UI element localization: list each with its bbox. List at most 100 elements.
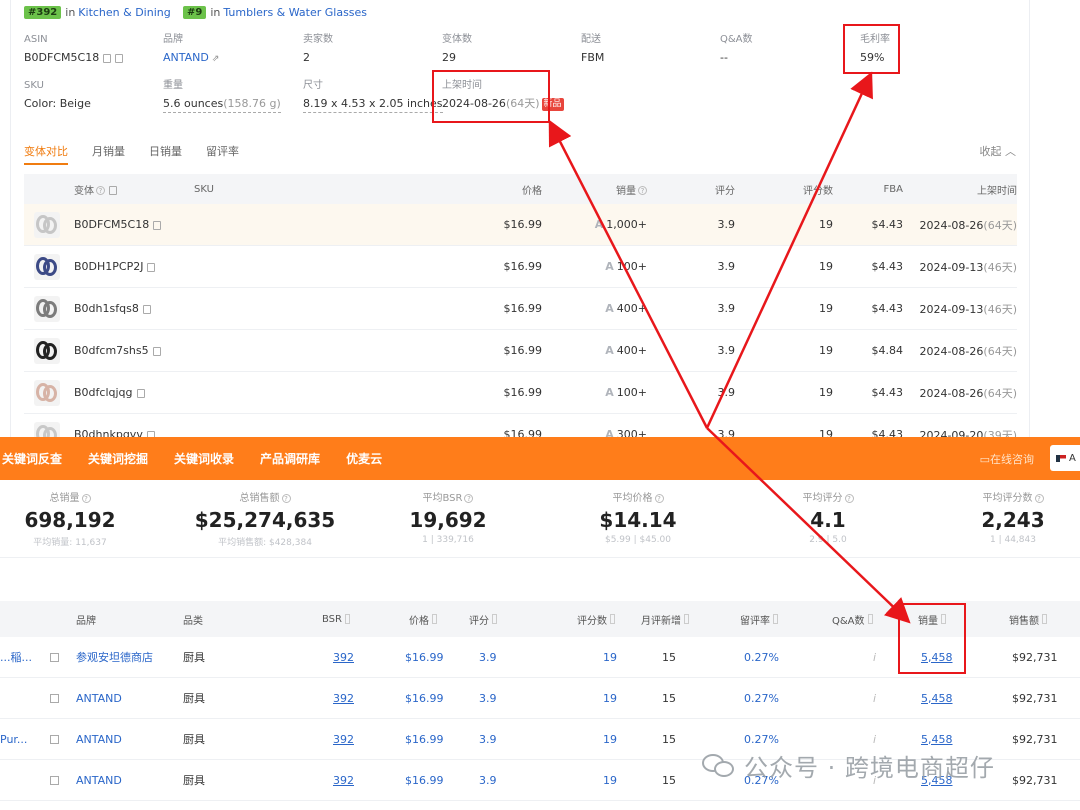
col-reviews[interactable]: 评分数 [577,601,615,637]
chat-icon: ▭ [979,453,990,466]
variant-asin[interactable]: B0DFCM5C18 [74,218,149,231]
col-review-rate[interactable]: 留评率 [740,601,778,637]
col-price[interactable]: 价格 [409,601,437,637]
variant-asin[interactable]: B0dfcm7shs5 [74,344,149,357]
variant-asin[interactable]: B0dfclqjqg [74,386,133,399]
sort-icon[interactable] [684,614,689,624]
variant-thumb[interactable] [24,211,74,238]
note-icon[interactable] [50,678,59,718]
product-title[interactable]: Pur... [0,719,27,759]
note-icon[interactable] [50,637,59,677]
copy-icon[interactable] [115,53,124,63]
nav-keyword-reverse[interactable]: 关键词反查 [2,450,62,467]
sort-icon[interactable] [344,614,350,624]
brand-link[interactable]: 参观安坦德商店 [76,637,153,677]
copy-icon[interactable] [103,53,112,63]
stat-range: 平均销售额: $428,384 [218,538,312,548]
col-brand: 品牌 [76,615,96,627]
review-count: 19 [603,732,617,746]
copy-icon[interactable] [136,388,145,398]
help-icon[interactable]: ? [1034,493,1044,503]
col-listed-date[interactable]: 上架时间 [903,182,1017,197]
col-variant[interactable]: 变体? [74,182,194,197]
variant-thumb[interactable] [24,337,74,364]
variant-thumb[interactable] [24,295,74,322]
variant-thumb[interactable] [24,253,74,280]
marketplace-select[interactable]: A [1050,445,1080,471]
qa-info-icon[interactable]: i [873,637,876,677]
col-monthly-new[interactable]: 月评新增 [641,601,689,637]
brand-link[interactable]: ANTAND [76,760,122,800]
col-review-count[interactable]: 评分数 [735,182,833,197]
help-icon[interactable]: ? [844,493,854,503]
col-bsr-label: BSR [322,613,342,625]
variant-row[interactable]: B0dfclqjqg $16.99 A 100+ 3.9 19 $4.43 2024-08-2… [24,372,1017,414]
col-rating[interactable]: 评分 [469,601,497,637]
tab-monthly-sales[interactable]: 月销量 [92,143,125,165]
qa-info-icon[interactable]: i [873,678,876,718]
sort-icon[interactable] [773,614,778,624]
table-row[interactable]: ANTAND 厨具 392 $16.99 3.9 19 15 0.27% i 5,458 $92,7… [0,678,1080,719]
variant-asin[interactable]: B0dh1sfqs8 [74,302,139,315]
collapse-button[interactable]: 收起 ︿ [980,143,1017,159]
col-qa[interactable]: Q&A数 [832,601,873,637]
sort-icon[interactable] [610,614,615,624]
copy-icon[interactable] [147,262,156,272]
col-price[interactable]: 价格 [422,182,542,197]
variant-row[interactable]: B0dfcm7shs5 $16.99 A 400+ 3.9 19 $4.84 2024-08-… [24,330,1017,372]
brand-link[interactable]: ANTAND [76,719,122,759]
help-icon[interactable]: ? [654,493,664,503]
col-sales[interactable]: 销量? [542,182,647,197]
tab-daily-sales[interactable]: 日销量 [149,143,182,165]
product-title[interactable]: ...稲... [0,637,32,677]
nav-keyword-mining[interactable]: 关键词挖掘 [88,450,148,467]
variant-row[interactable]: B0DFCM5C18 $16.99 A 1,000+ 3.9 19 $4.43 2024-08… [24,204,1017,246]
rank-tumblers[interactable]: #9 in Tumblers & Water Glasses [183,4,367,20]
product-image [34,253,60,280]
sort-icon[interactable] [1042,614,1047,624]
col-bsr[interactable]: BSR [322,601,350,637]
external-link-icon[interactable]: ⇗ [212,51,220,67]
variant-row[interactable]: B0dh1sfqs8 $16.99 A 400+ 3.9 19 $4.43 2024-09-1… [24,288,1017,330]
col-rating[interactable]: 评分 [647,182,735,197]
sales-link[interactable]: 5,458 [921,678,953,718]
help-icon[interactable]: ? [96,186,105,195]
brand-link[interactable]: ANTAND [163,51,209,64]
variant-thumb[interactable] [24,379,74,406]
help-icon[interactable]: ? [464,493,474,503]
rank-category-link[interactable]: Kitchen & Dining [78,6,170,19]
copy-icon[interactable] [153,220,162,230]
nav-product-research[interactable]: 产品调研库 [260,450,320,467]
online-consult-link[interactable]: ▭在线咨询 [980,451,1034,467]
tab-review-rate[interactable]: 留评率 [206,143,239,165]
bsr-link[interactable]: 392 [333,678,354,718]
price: $16.99 [405,691,444,705]
note-icon[interactable] [50,760,59,800]
bsr-link[interactable]: 392 [333,760,354,800]
nav-youmaiyun[interactable]: 优麦云 [346,450,382,467]
bsr-link[interactable]: 392 [333,719,354,759]
copy-icon[interactable] [152,346,161,356]
variant-asin[interactable]: B0DH1PCP2J [74,260,143,273]
col-revenue[interactable]: 销售额 [1009,601,1047,637]
sort-icon[interactable] [867,614,873,624]
nav-keyword-indexing[interactable]: 关键词收录 [174,450,234,467]
sort-icon[interactable] [432,614,437,624]
brand-link[interactable]: ANTAND [76,678,122,718]
sort-icon[interactable] [492,614,497,624]
bsr-link[interactable]: 392 [333,637,354,677]
rank-kitchen[interactable]: #392 in Kitchen & Dining [24,4,171,20]
stat-value: 4.1 [810,508,846,532]
rank-category-link[interactable]: Tumblers & Water Glasses [223,6,367,19]
tab-variant-compare[interactable]: 变体对比 [24,143,68,165]
help-icon[interactable]: ? [81,493,91,503]
variant-price: $16.99 [503,218,543,231]
variant-row[interactable]: B0DH1PCP2J $16.99 A 100+ 3.9 19 $4.43 2024-09-1… [24,246,1017,288]
copy-icon[interactable] [142,304,151,314]
col-fba[interactable]: FBA [833,184,903,195]
help-icon[interactable]: ? [281,493,291,503]
note-icon[interactable] [50,719,59,759]
help-icon[interactable]: ? [638,186,647,195]
copy-icon[interactable] [109,186,117,195]
stat-value: 19,692 [409,508,487,532]
